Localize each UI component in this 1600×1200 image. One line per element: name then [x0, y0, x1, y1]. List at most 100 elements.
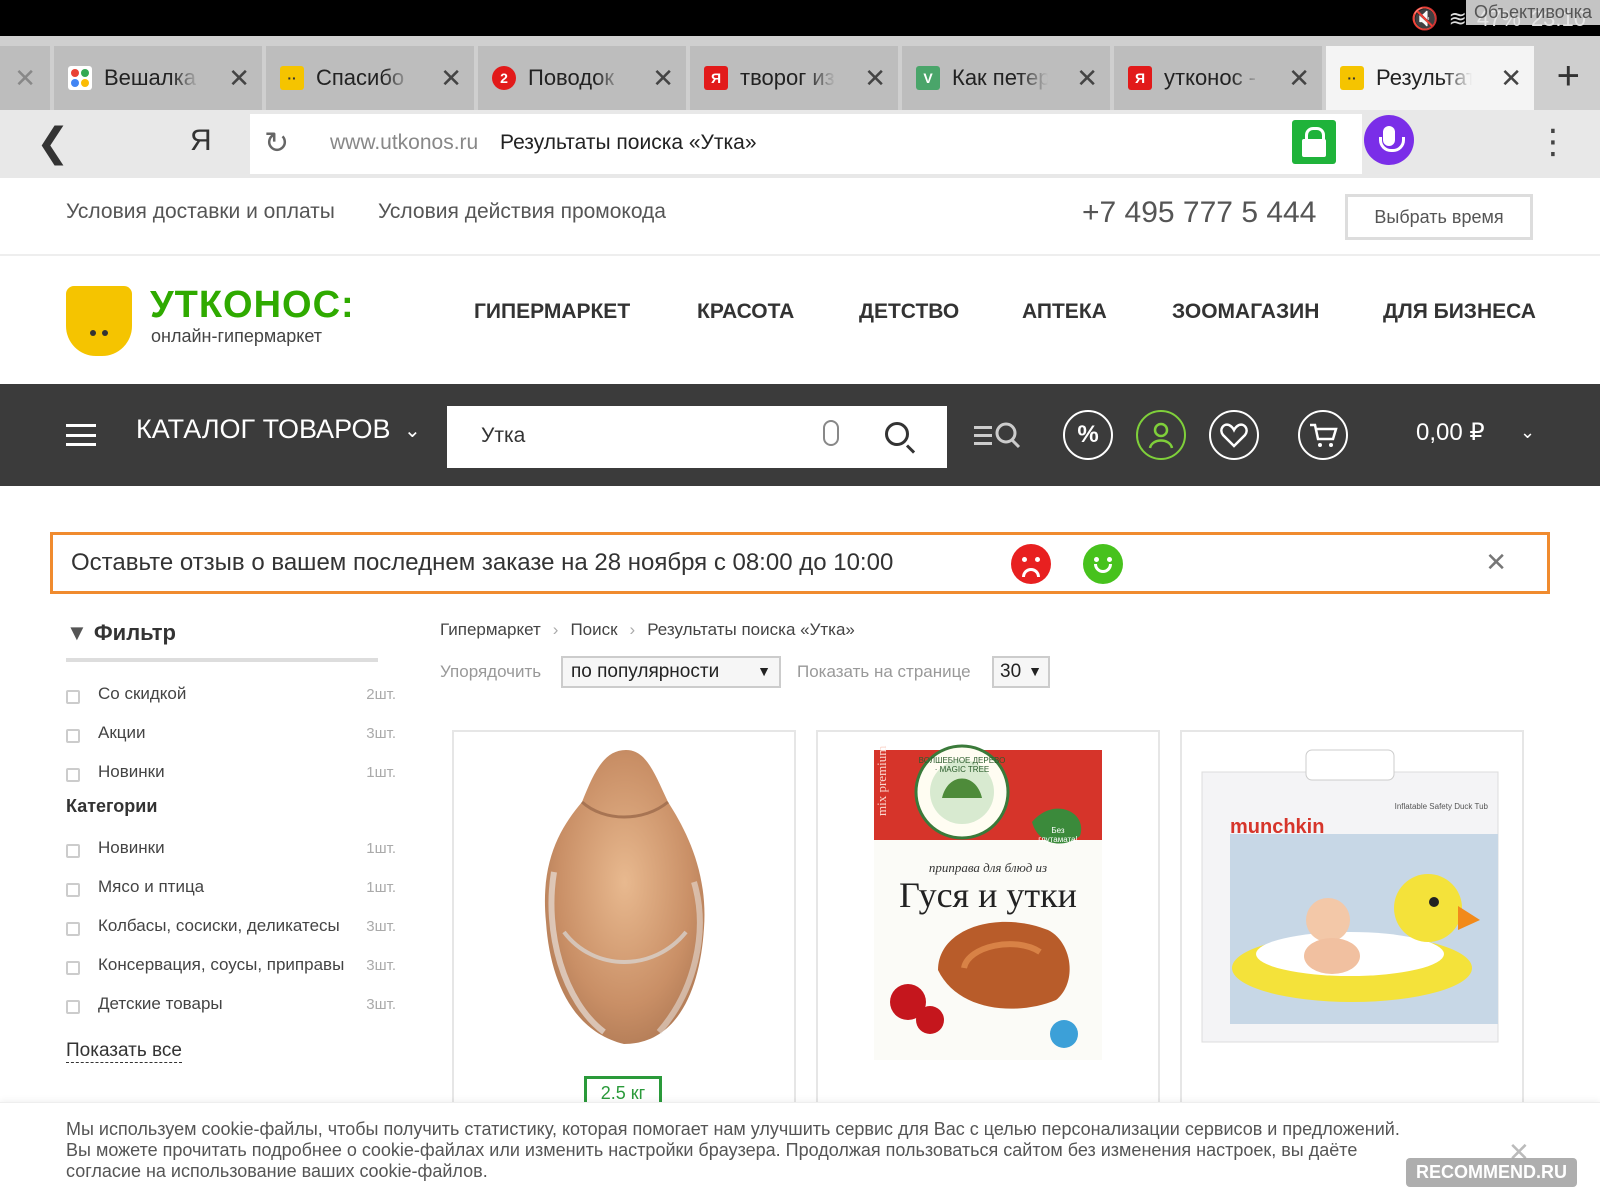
address-bar[interactable]: ↻ www.utkonos.ru Результаты поиска «Утка… — [250, 114, 1362, 174]
list-search-icon[interactable] — [974, 418, 1022, 452]
nav-business[interactable]: ДЛЯ БИЗНЕСА — [1383, 300, 1536, 324]
breadcrumb-item-current: Результаты поиска «Утка» — [647, 620, 855, 639]
tab-item[interactable]: V Как петер ✕ — [902, 46, 1112, 110]
category-label: Консервация, соусы, приправы — [98, 955, 345, 974]
tab-label: Поводок — [528, 65, 614, 90]
filter-option[interactable]: Акции 3шт. — [66, 719, 396, 749]
catalog-button[interactable]: КАТАЛОГ ТОВАРОВ — [136, 414, 391, 445]
close-icon[interactable]: ✕ — [1485, 547, 1507, 578]
tab-item[interactable]: 2 Поводок ✕ — [478, 46, 688, 110]
browser-menu-button[interactable]: ⋮ — [1536, 122, 1570, 162]
tab-item[interactable]: ·· Спасибо ✕ — [266, 46, 476, 110]
menu-icon[interactable] — [66, 424, 96, 446]
discount-icon[interactable]: % — [1063, 410, 1113, 460]
per-page-select[interactable]: 30 ▼ — [992, 656, 1050, 688]
tab-item[interactable]: Вешалка ✕ — [54, 46, 264, 110]
filter-option[interactable]: Новинки 1шт. — [66, 758, 396, 788]
breadcrumb-item[interactable]: Гипермаркет — [440, 620, 541, 640]
back-button[interactable]: ❮ — [36, 120, 70, 166]
nav-beauty[interactable]: КРАСОТА — [697, 300, 794, 324]
tab-label: утконос - — [1164, 65, 1257, 90]
close-icon[interactable]: ✕ — [1288, 63, 1310, 94]
filter-option[interactable]: Со скидкой 2шт. — [66, 680, 396, 710]
close-icon[interactable]: ✕ — [1500, 63, 1522, 94]
checkbox[interactable] — [66, 922, 80, 936]
logo-icon[interactable] — [66, 286, 132, 356]
checkbox[interactable] — [66, 1000, 80, 1014]
filter-option-label: Со скидкой — [98, 684, 187, 703]
new-tab-button[interactable]: + — [1557, 56, 1580, 96]
category-option[interactable]: Мясо и птица 1шт. — [66, 873, 396, 903]
nav-hypermarket[interactable]: ГИПЕРМАРКЕТ — [474, 300, 630, 324]
close-icon[interactable]: ✕ — [440, 63, 462, 94]
divider — [66, 658, 378, 662]
tab-item[interactable]: Я утконос - ✕ — [1114, 46, 1324, 110]
reload-icon[interactable]: ↻ — [264, 126, 289, 161]
microphone-icon[interactable] — [823, 420, 839, 446]
catalog-toolbar: КАТАЛОГ ТОВАРОВ ⌄ Утка % 0,00 ₽ ⌄ — [0, 384, 1600, 486]
checkbox[interactable] — [66, 883, 80, 897]
phone-number[interactable]: +7 495 777 5 444 — [1082, 196, 1316, 230]
product-card[interactable]: mix premium ВОЛШЕБНОЕ ДЕРЕВО · MAGIC TRE… — [816, 730, 1160, 1110]
filter-option-label: Новинки — [98, 762, 165, 781]
tab-item[interactable]: Я творог из ✕ — [690, 46, 900, 110]
promo-terms-link[interactable]: Условия действия промокода — [378, 200, 666, 224]
breadcrumb-item[interactable]: Поиск — [570, 620, 617, 640]
favicon-icon: V — [916, 66, 940, 90]
checkbox[interactable] — [66, 690, 80, 704]
heart-icon[interactable] — [1209, 410, 1259, 460]
close-icon[interactable]: ✕ — [864, 63, 886, 94]
spice-seal-text: ВОЛШЕБНОЕ ДЕРЕВО · MAGIC TREE — [918, 756, 1006, 774]
choose-time-button[interactable]: Выбрать время — [1345, 194, 1533, 240]
category-option[interactable]: Консервация, соусы, приправы 3шт. — [66, 951, 396, 981]
logo-name[interactable]: УТКОНОС: — [150, 284, 355, 327]
filter-option-count: 3шт. — [366, 725, 396, 742]
user-icon[interactable] — [1136, 410, 1186, 460]
sort-select[interactable]: по популярности ▼ — [561, 656, 781, 688]
search-input[interactable]: Утка — [447, 406, 947, 468]
filter-title-text: Фильтр — [93, 620, 176, 645]
product-image-duck-tub[interactable] — [1182, 732, 1524, 1062]
voice-search-button[interactable] — [1364, 115, 1414, 165]
wifi-icon: ≋ — [1448, 6, 1467, 31]
chevron-right-icon: › — [552, 620, 559, 639]
show-all-link[interactable]: Показать все — [66, 1040, 182, 1063]
category-option[interactable]: Новинки 1шт. — [66, 834, 396, 864]
lock-icon[interactable] — [1292, 120, 1336, 164]
category-option[interactable]: Колбасы, сосиски, деликатесы 3шт. — [66, 912, 396, 942]
nav-kids[interactable]: ДЕТСТВО — [859, 300, 959, 324]
product-image-duck[interactable] — [454, 732, 796, 1062]
checkbox[interactable] — [66, 961, 80, 975]
delivery-terms-link[interactable]: Условия доставки и оплаты — [66, 200, 335, 224]
close-icon[interactable]: ✕ — [1076, 63, 1098, 94]
chevron-down-icon[interactable]: ⌄ — [404, 418, 421, 443]
sad-face-icon[interactable] — [1011, 544, 1051, 584]
search-icon[interactable] — [885, 422, 909, 446]
happy-face-icon[interactable] — [1083, 544, 1123, 584]
category-count: 3шт. — [366, 918, 396, 935]
spice-brand-text: mix premium — [874, 745, 889, 816]
yandex-button[interactable]: Я — [190, 124, 212, 158]
product-card[interactable]: 2.5 кг — [452, 730, 796, 1110]
checkbox[interactable] — [66, 729, 80, 743]
close-icon[interactable]: ✕ — [228, 63, 250, 94]
nav-pharmacy[interactable]: АПТЕКА — [1022, 300, 1107, 324]
category-option[interactable]: Детские товары 3шт. — [66, 990, 396, 1020]
close-icon[interactable]: ✕ — [14, 63, 36, 94]
cart-total[interactable]: 0,00 ₽ — [1416, 418, 1485, 447]
tab-item-active[interactable]: ·· Результат ✕ — [1326, 46, 1536, 110]
cart-icon[interactable] — [1298, 410, 1348, 460]
chevron-down-icon[interactable]: ⌄ — [1520, 422, 1535, 443]
logo-eye — [90, 330, 96, 336]
product-card[interactable]: munchkin Inflatable Safety Duck Tub — [1180, 730, 1524, 1110]
tab-label: творог из — [740, 65, 835, 90]
checkbox[interactable] — [66, 768, 80, 782]
watermark: RECOMMEND.RU — [1406, 1158, 1577, 1187]
close-icon[interactable]: ✕ — [652, 63, 674, 94]
cookie-banner: Мы используем cookie-файлы, чтобы получи… — [0, 1102, 1600, 1200]
category-count: 1шт. — [366, 879, 396, 896]
checkbox[interactable] — [66, 844, 80, 858]
tab-overflow[interactable]: ✕ — [0, 46, 52, 110]
sort-value: по популярности — [571, 661, 720, 682]
nav-pets[interactable]: ЗООМАГАЗИН — [1172, 300, 1319, 324]
